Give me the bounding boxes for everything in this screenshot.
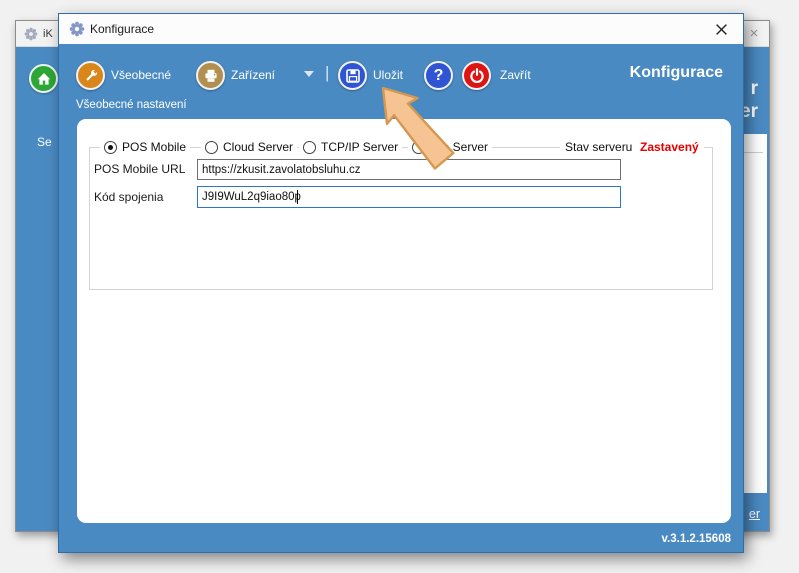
close-app-button[interactable] [462, 61, 491, 90]
radio-label: File Server [430, 140, 489, 154]
settings-panel: POS Mobile Cloud Server TCP/IP Server Fi… [77, 119, 731, 523]
dialog-subtitle: Všeobecné nastavení [76, 99, 187, 111]
code-field-label: Kód spojenia [94, 190, 164, 204]
server-status-label: Stav serveru [560, 140, 638, 154]
background-close-button[interactable]: × [745, 21, 763, 47]
dialog-title: Konfigurace [90, 22, 155, 36]
power-icon [469, 67, 484, 83]
url-field-label: POS Mobile URL [94, 162, 186, 176]
background-footer-link[interactable]: er [749, 507, 760, 521]
config-dialog: Konfigurace Všeobecné Zařízení | Uložit … [58, 13, 744, 553]
radio-label: POS Mobile [122, 140, 187, 154]
question-mark-icon: ? [433, 66, 444, 84]
background-window-title: iK [43, 28, 53, 40]
radio-label: Cloud Server [223, 140, 294, 154]
background-heading-line1: r [750, 78, 758, 99]
radio-icon[interactable] [303, 140, 316, 154]
text-caret [297, 190, 298, 204]
printer-icon [204, 69, 217, 82]
radio-pos-mobile[interactable]: POS Mobile [100, 140, 191, 154]
save-label[interactable]: Uložit [373, 68, 403, 82]
gear-icon [69, 21, 85, 37]
server-status-value: Zastavený [635, 140, 704, 154]
connection-code-input[interactable] [197, 186, 621, 208]
background-nav-label: Se [37, 135, 52, 149]
radio-icon[interactable] [205, 140, 218, 154]
radio-tcpip-server[interactable]: TCP/IP Server [299, 140, 403, 154]
radio-file-server[interactable]: File Server [408, 140, 493, 154]
wrench-icon [86, 68, 98, 80]
home-icon [37, 72, 50, 85]
dialog-close-button[interactable] [709, 14, 733, 44]
devices-button[interactable] [196, 61, 225, 90]
close-app-label[interactable]: Zavřít [500, 68, 531, 82]
gear-icon [24, 27, 38, 41]
home-button[interactable] [29, 64, 58, 93]
radio-cloud-server[interactable]: Cloud Server [201, 140, 298, 154]
version-label: v.3.1.2.15608 [661, 533, 732, 545]
toolbar-separator: | [325, 63, 330, 82]
radio-label: TCP/IP Server [321, 140, 399, 154]
floppy-disk-icon [345, 68, 360, 83]
pos-mobile-url-input[interactable] [197, 159, 621, 180]
close-icon [715, 23, 727, 35]
devices-label[interactable]: Zařízení [231, 68, 275, 82]
general-settings-label[interactable]: Všeobecné [111, 68, 171, 82]
dialog-titlebar[interactable]: Konfigurace [59, 14, 743, 44]
radio-selected-icon[interactable] [104, 140, 117, 154]
dialog-section-header: Konfigurace [629, 64, 723, 81]
chevron-down-icon[interactable] [304, 71, 314, 77]
radio-icon[interactable] [412, 140, 425, 154]
help-button[interactable]: ? [424, 61, 453, 90]
save-button[interactable] [338, 61, 367, 90]
general-settings-button[interactable] [76, 61, 105, 90]
